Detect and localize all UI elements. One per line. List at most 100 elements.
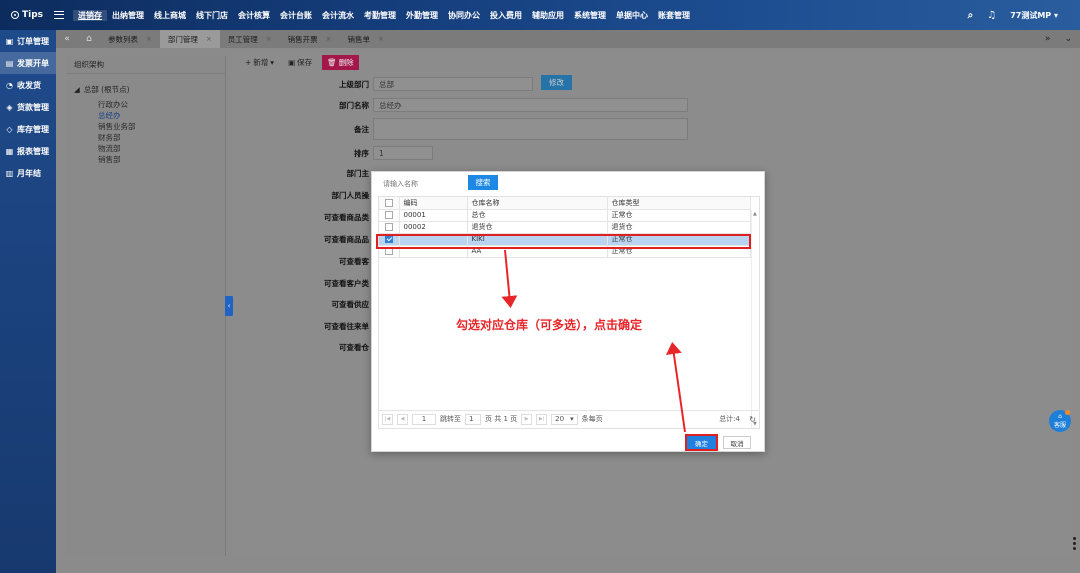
modify-button[interactable]: 修改 [541,75,572,90]
tree-expand-icon[interactable]: ◢ [74,85,80,94]
table-row[interactable]: 00002 退货仓 退货仓 [379,221,751,234]
sidebar-item[interactable]: ▣ 订单管理 [0,30,56,52]
warehouse-search-input[interactable] [381,177,465,191]
home-icon[interactable]: ⌂ [78,34,100,44]
sort-label: 排序 [354,148,369,158]
tab-item[interactable]: 销售开票 × [280,30,340,48]
tree-node[interactable]: 行政办公 [74,99,225,110]
per-page-label: 条每页 [581,415,603,423]
delete-button[interactable]: 🗑 删除 [322,55,359,70]
customer-cat-label: 可查看客户类 [324,279,369,288]
tree-node[interactable]: 销售部 [74,154,225,165]
add-label: 新增 [253,58,269,67]
sidebar-item-label: 订单管理 [17,36,49,46]
top-nav-item[interactable]: 会计流水 [317,10,359,21]
manager-row: 部门主 [233,168,373,179]
staff-label: 部门人员操 [331,191,370,200]
tab-item[interactable]: 参数列表 × [100,30,160,48]
tab-back-icon[interactable]: « [56,34,78,44]
top-nav-item[interactable]: 进销存 [73,9,108,21]
sort-field[interactable]: 1 [373,146,433,160]
top-nav-item[interactable]: 系统管理 [569,10,611,21]
next-page-icon[interactable]: ▶ [521,413,533,425]
close-icon[interactable]: × [266,35,272,43]
top-nav-item[interactable]: 线下门店 [191,10,233,21]
row-select-cell[interactable] [379,209,400,222]
manager-label: 部门主 [346,169,370,178]
top-nav-item[interactable]: 外勤管理 [401,10,443,21]
tab-label: 销售单 [347,34,371,44]
chevron-down-icon[interactable]: ⌄ [1064,34,1072,44]
save-button[interactable]: ▣ 保存 [284,56,316,69]
select-all-checkbox[interactable] [385,198,393,207]
table-row[interactable]: 00001 总仓 正常仓 [379,209,751,222]
more-dots-icon[interactable] [1073,537,1076,555]
plus-icon: + [245,58,252,67]
top-nav-item[interactable]: 考勤管理 [359,10,401,21]
bell-icon[interactable]: ♫ [987,10,996,21]
last-page-icon[interactable]: ▶| [536,413,548,425]
sidebar-item[interactable]: ◔ 收发货 [0,74,56,96]
top-nav-item[interactable]: 辅助应用 [527,10,569,21]
cancel-button[interactable]: 取消 [723,436,751,449]
close-icon[interactable]: × [326,35,332,43]
menu-icon[interactable] [54,11,65,19]
user-menu[interactable]: 77测试MP ▾ [1010,10,1058,21]
first-page-icon[interactable]: |◀ [382,413,393,425]
inventory-icon: ◇ [6,124,13,134]
sidebar-item[interactable]: ◈ 货款管理 [0,96,56,118]
close-icon[interactable]: × [378,35,384,43]
cell-name: 总仓 [467,209,608,222]
tree-node[interactable]: 销售业务部 [74,121,225,132]
top-nav-item[interactable]: 会计核算 [233,10,275,21]
top-nav-item[interactable]: 出纳管理 [107,10,149,21]
invoice-icon: ▤ [5,58,14,68]
tree-node[interactable]: 物流部 [74,143,225,154]
header-code: 编码 [399,197,468,210]
tab-forward-icon[interactable]: » [1045,34,1051,44]
top-right-tools: ⌕ ♫ 77测试MP ▾ [968,0,1058,30]
row-checkbox[interactable] [385,223,393,231]
customer-service-button[interactable]: ⌂ 客服 [1049,410,1071,432]
remark-field[interactable] [373,118,688,140]
search-button[interactable]: 搜索 [468,175,498,190]
dept-name-field[interactable]: 总经办 [373,98,688,112]
tree-node[interactable]: 总经办 [74,110,225,121]
tips-button[interactable]: Tips [11,10,43,20]
order-icon: ▣ [5,36,14,46]
sidebar-item[interactable]: ◇ 库存管理 [0,118,56,140]
tree-node[interactable]: 财务部 [74,132,225,143]
jump-page-input[interactable]: 1 [465,413,481,425]
refresh-icon[interactable]: ↻ [749,415,756,424]
goods-brand-label: 可查看商品品 [324,235,369,244]
top-nav-item[interactable]: 账套管理 [653,10,695,21]
top-nav-item[interactable]: 协同办公 [443,10,485,21]
tab-item[interactable]: 员工管理 × [220,30,280,48]
sidebar-item[interactable]: ▥ 月年结 [0,162,56,184]
top-nav-item[interactable]: 会计台账 [275,10,317,21]
close-icon[interactable]: × [146,35,152,43]
row-select-cell[interactable] [379,221,400,234]
prev-page-icon[interactable]: ◀ [397,413,408,425]
search-icon[interactable]: ⌕ [968,10,974,21]
top-nav-item[interactable]: 单据中心 [611,10,653,21]
close-icon[interactable]: × [206,35,212,43]
tab-item[interactable]: 部门管理 × [159,30,220,48]
grid-scrollbar[interactable]: ▲ ▼ [751,210,759,428]
sidebar-item[interactable]: ▤ 发票开单 [0,52,56,74]
current-page: 1 [412,413,436,425]
tree-root[interactable]: ◢ 总部 (根节点) [74,84,225,95]
per-page-select[interactable]: 20 ▾ [551,413,578,425]
row-checkbox[interactable] [385,211,393,219]
tab-item[interactable]: 销售单 × [340,30,392,48]
add-button[interactable]: + 新增 ▾ [241,56,278,69]
select-all-cell[interactable] [379,197,400,210]
form-toolbar: + 新增 ▾ ▣ 保存 🗑 删除 [241,55,359,70]
collapse-panel-handle[interactable]: ‹ [225,296,233,316]
confirm-button[interactable]: 确定 [685,434,718,451]
top-nav-item[interactable]: 线上商城 [149,10,191,21]
parent-dept-field[interactable]: 总部 [373,77,533,91]
top-nav-item[interactable]: 投入费用 [485,10,527,21]
scroll-up-icon[interactable]: ▲ [753,211,757,217]
sidebar-item[interactable]: ▦ 报表管理 [0,140,56,162]
